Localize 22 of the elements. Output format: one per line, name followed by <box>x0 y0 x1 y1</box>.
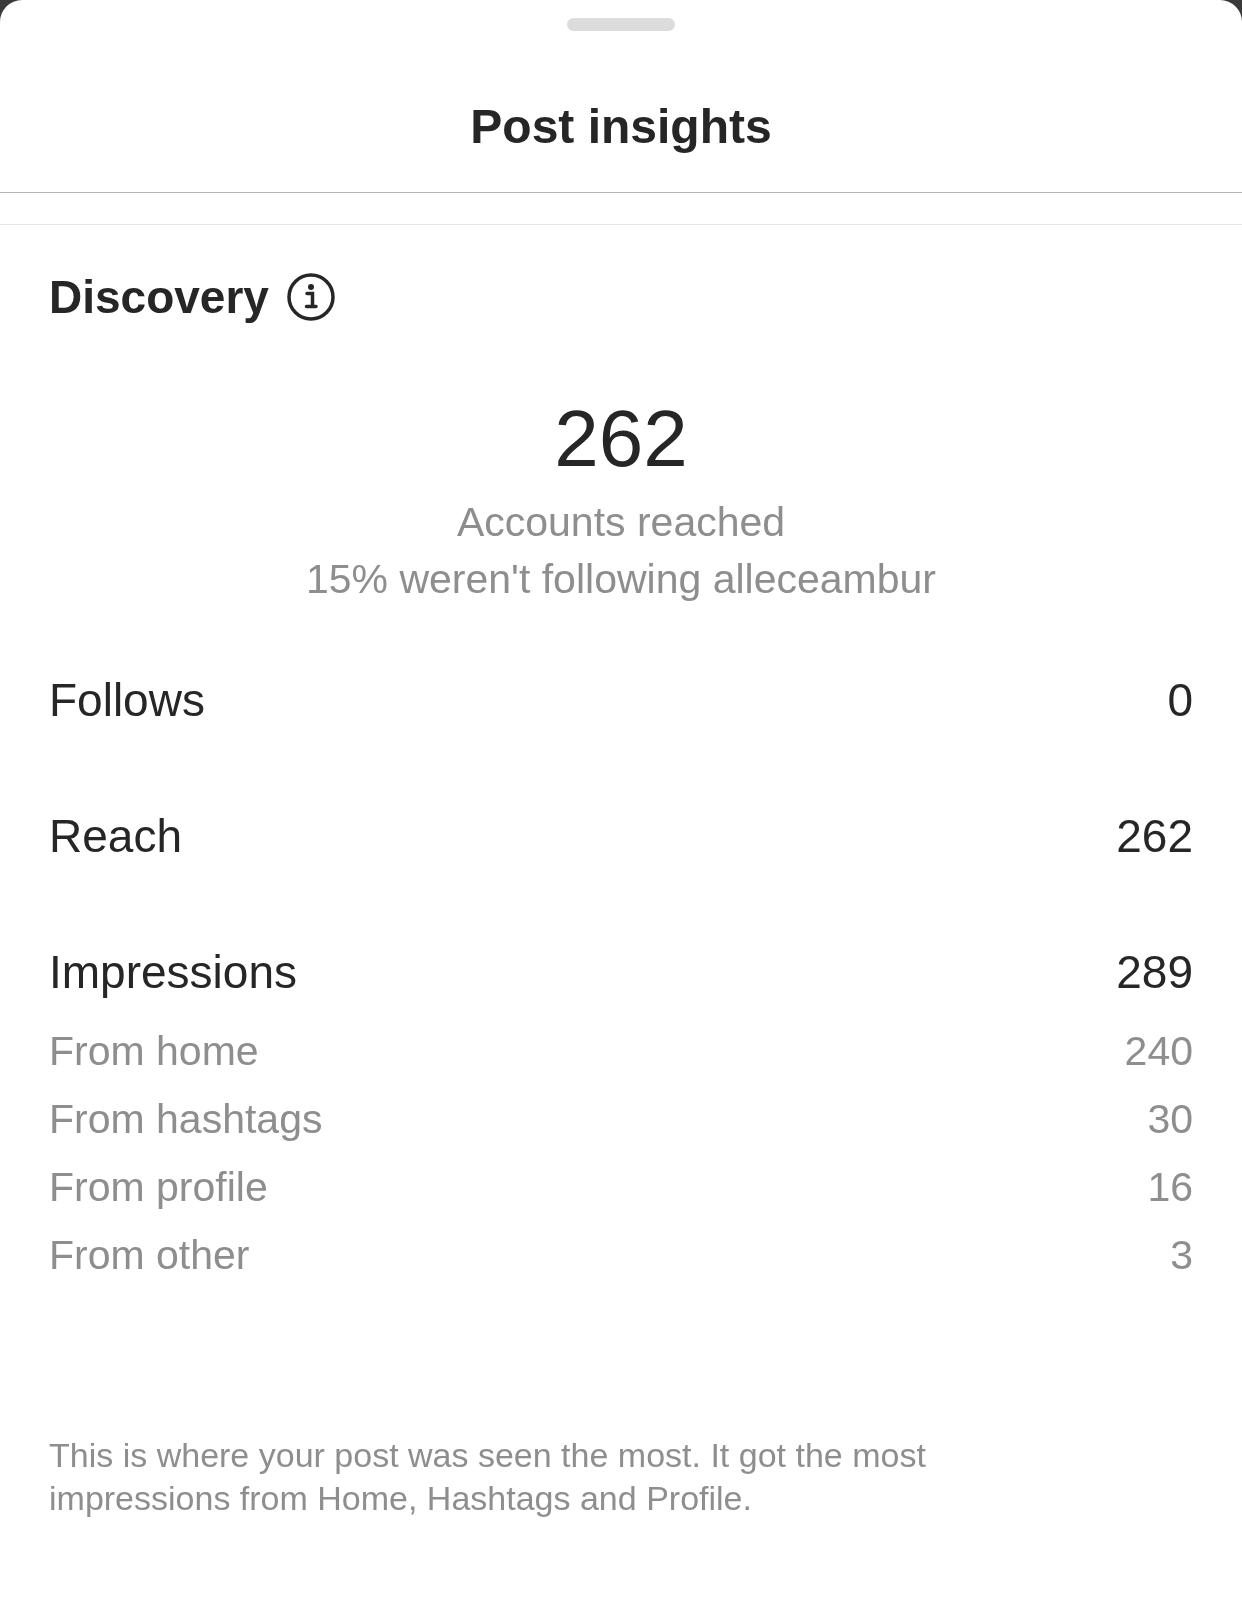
metric-value: 0 <box>1167 673 1193 728</box>
metric-label: Reach <box>49 809 182 864</box>
section-heading: Discovery <box>49 273 269 321</box>
metric-label: Impressions <box>49 945 297 1000</box>
accounts-reached-label: Accounts reached <box>456 498 786 547</box>
accounts-reached-count: 262 <box>554 394 688 484</box>
breakdown-value: 3 <box>1170 1231 1193 1280</box>
metric-label: Follows <box>49 673 205 728</box>
non-follower-note: 15% weren't following alleceambur <box>306 555 936 604</box>
breakdown-label: From home <box>49 1027 259 1076</box>
footer-note: This is where your post was seen the most. It got the most impressions from Home, Hashtags and Profile. <box>49 1435 927 1519</box>
info-icon[interactable] <box>286 273 335 321</box>
breakdown-value: 30 <box>1147 1095 1193 1144</box>
metric-value: 262 <box>1116 809 1193 864</box>
breakdown-value: 240 <box>1124 1027 1193 1076</box>
breakdown-label: From profile <box>49 1163 268 1212</box>
metric-value: 289 <box>1116 945 1193 1000</box>
breakdown-label: From hashtags <box>49 1095 323 1144</box>
breakdown-label: From other <box>49 1231 250 1280</box>
drag-handle[interactable] <box>567 18 675 31</box>
sheet-title: Post insights <box>470 99 772 155</box>
breakdown-value: 16 <box>1147 1163 1193 1212</box>
